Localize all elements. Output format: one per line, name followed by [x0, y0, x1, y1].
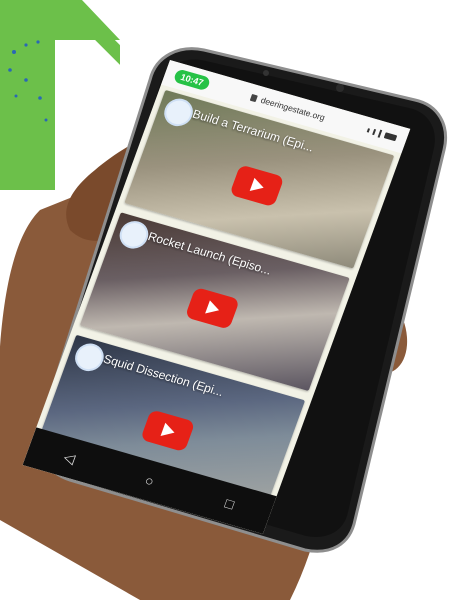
- back-triangle-icon[interactable]: ◁: [58, 447, 81, 469]
- youtube-play-icon[interactable]: [184, 287, 240, 330]
- home-circle-icon[interactable]: ○: [138, 470, 161, 492]
- channel-avatar-icon[interactable]: [160, 95, 197, 130]
- battery-icon: [383, 132, 398, 142]
- channel-avatar-icon[interactable]: [115, 217, 153, 252]
- signal-icon: [372, 128, 377, 136]
- recent-square-icon[interactable]: □: [218, 493, 241, 515]
- system-icons: [366, 126, 398, 142]
- lock-icon: [250, 93, 259, 102]
- youtube-play-icon[interactable]: [229, 164, 285, 208]
- youtube-play-icon[interactable]: [140, 409, 196, 453]
- status-time: 10:47: [172, 68, 212, 92]
- signal-icon: [366, 128, 371, 133]
- channel-avatar-icon[interactable]: [71, 340, 108, 375]
- signal-icon: [377, 129, 383, 138]
